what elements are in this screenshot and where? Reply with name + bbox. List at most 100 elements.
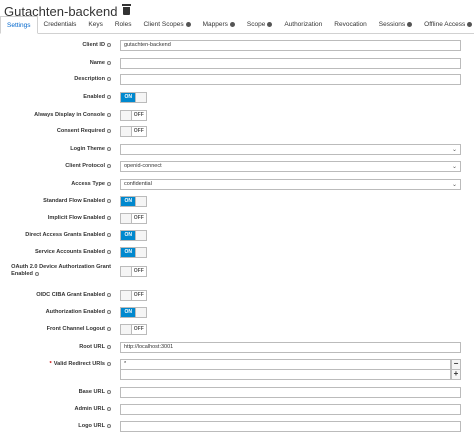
implicit-flow-toggle[interactable]: OFF bbox=[120, 213, 147, 224]
field-label: Standard Flow Enabled bbox=[43, 198, 111, 205]
required-marker: * bbox=[49, 361, 52, 367]
field-label-text: Authorization Enabled bbox=[45, 309, 105, 315]
tab-client-scopes[interactable]: Client Scopes bbox=[137, 16, 196, 33]
toggle-state: ON bbox=[121, 308, 136, 317]
help-icon bbox=[107, 326, 111, 331]
toggle-knob bbox=[121, 111, 132, 120]
tab-scope[interactable]: Scope bbox=[241, 16, 278, 33]
tab-revocation[interactable]: Revocation bbox=[328, 16, 373, 33]
name-input[interactable] bbox=[120, 58, 461, 69]
toggle-knob bbox=[135, 248, 146, 257]
field-label: Name bbox=[90, 60, 111, 67]
help-icon bbox=[229, 22, 235, 27]
help-icon bbox=[107, 249, 111, 254]
tab-label: Mappers bbox=[202, 21, 228, 28]
description-input[interactable] bbox=[120, 74, 461, 85]
trash-icon[interactable] bbox=[122, 4, 132, 15]
field-label-text: Service Accounts Enabled bbox=[34, 249, 105, 255]
field-label: Client Protocol bbox=[65, 163, 111, 170]
admin-url-input[interactable] bbox=[120, 404, 461, 415]
access-type-select[interactable]: confidential ⌄ bbox=[120, 179, 461, 190]
field-label-text: Root URL bbox=[79, 344, 105, 350]
toggle-state: OFF bbox=[133, 112, 144, 118]
field-label: OIDC CIBA Grant Enabled bbox=[36, 292, 111, 299]
field-label-text: Direct Access Grants Enabled bbox=[25, 232, 105, 238]
add-uri-button[interactable]: + bbox=[451, 369, 461, 380]
client-id-input[interactable]: gutachten-backend bbox=[120, 40, 461, 51]
tab-offline-access[interactable]: Offline Access bbox=[418, 16, 474, 33]
field-label: Root URL bbox=[79, 344, 111, 351]
tab-label: Keys bbox=[88, 21, 103, 28]
field-label: Always Display in Console bbox=[34, 112, 111, 119]
help-icon bbox=[185, 22, 191, 27]
field-label: Enabled bbox=[83, 94, 111, 101]
field-label: Logo URL bbox=[78, 423, 111, 430]
tab-authorization[interactable]: Authorization bbox=[278, 16, 328, 33]
toggle-knob bbox=[121, 291, 132, 300]
toggle-state: OFF bbox=[133, 268, 144, 274]
direct-access-toggle[interactable]: ON bbox=[120, 230, 147, 241]
toggle-state: OFF bbox=[133, 128, 144, 134]
toggle-knob bbox=[135, 93, 146, 102]
help-icon bbox=[107, 163, 111, 168]
authorization-toggle[interactable]: ON bbox=[120, 307, 147, 318]
help-icon bbox=[107, 60, 111, 65]
tab-label: Revocation bbox=[334, 21, 367, 28]
field-label-text: Logo URL bbox=[78, 423, 105, 429]
toggle-state: OFF bbox=[133, 326, 144, 332]
logo-url-input[interactable] bbox=[120, 421, 461, 432]
front-channel-toggle[interactable]: OFF bbox=[120, 324, 147, 335]
toggle-state: ON bbox=[121, 231, 136, 240]
field-label-text: Front Channel Logout bbox=[46, 326, 105, 332]
field-label-text: Client ID bbox=[82, 42, 105, 48]
field-label: * Valid Redirect URIs bbox=[50, 361, 111, 368]
service-accounts-toggle[interactable]: ON bbox=[120, 247, 147, 258]
help-icon bbox=[107, 76, 111, 81]
tab-keys[interactable]: Keys bbox=[82, 16, 108, 33]
tab-bar: Settings Credentials Keys Roles Client Scope… bbox=[0, 16, 474, 34]
select-value: openid-connect bbox=[124, 163, 162, 169]
client-protocol-select[interactable]: openid-connect ⌄ bbox=[120, 161, 461, 172]
field-label-text: Description bbox=[74, 76, 105, 82]
oauth-device-toggle[interactable]: OFF bbox=[120, 266, 147, 277]
root-url-input[interactable]: http://localhost:3001 bbox=[120, 342, 461, 353]
help-icon bbox=[107, 423, 111, 428]
help-icon bbox=[107, 344, 111, 349]
help-icon bbox=[34, 271, 39, 276]
help-icon bbox=[107, 361, 111, 366]
field-label: Description bbox=[74, 76, 111, 83]
enabled-toggle[interactable]: ON bbox=[120, 92, 147, 103]
help-icon bbox=[267, 22, 273, 27]
field-label-line1: OAuth 2.0 Device Authorization Grant bbox=[11, 264, 111, 270]
help-icon bbox=[107, 112, 111, 117]
new-redirect-uri-input[interactable] bbox=[120, 369, 451, 380]
consent-required-toggle[interactable]: OFF bbox=[120, 126, 147, 137]
help-icon bbox=[107, 309, 111, 314]
help-icon bbox=[107, 198, 111, 203]
field-label-text: Base URL bbox=[78, 389, 105, 395]
tab-mappers[interactable]: Mappers bbox=[197, 16, 241, 33]
tab-roles[interactable]: Roles bbox=[109, 16, 138, 33]
field-label: Admin URL bbox=[75, 406, 111, 413]
login-theme-select[interactable]: ⌄ bbox=[120, 144, 461, 155]
field-label-line2: Enabled bbox=[11, 271, 33, 277]
standard-flow-toggle[interactable]: ON bbox=[120, 196, 147, 207]
field-label-text: Always Display in Console bbox=[34, 112, 105, 118]
tab-settings[interactable]: Settings bbox=[0, 16, 38, 34]
tab-label: Scope bbox=[246, 21, 266, 28]
tab-credentials[interactable]: Credentials bbox=[38, 16, 83, 33]
tab-label: Credentials bbox=[43, 21, 77, 28]
toggle-knob bbox=[135, 308, 146, 317]
field-label: Consent Required bbox=[57, 128, 111, 135]
tab-label: Authorization bbox=[284, 21, 323, 28]
field-label-text: Access Type bbox=[71, 181, 105, 187]
field-label: Front Channel Logout bbox=[47, 326, 111, 333]
field-label: Login Theme bbox=[70, 146, 111, 153]
field-label-text: Standard Flow Enabled bbox=[43, 198, 105, 204]
oidc-ciba-toggle[interactable]: OFF bbox=[120, 290, 147, 301]
always-display-toggle[interactable]: OFF bbox=[120, 110, 147, 121]
tab-sessions[interactable]: Sessions bbox=[373, 16, 418, 33]
help-icon bbox=[107, 128, 111, 133]
base-url-input[interactable] bbox=[120, 387, 461, 398]
toggle-state: OFF bbox=[133, 215, 144, 221]
